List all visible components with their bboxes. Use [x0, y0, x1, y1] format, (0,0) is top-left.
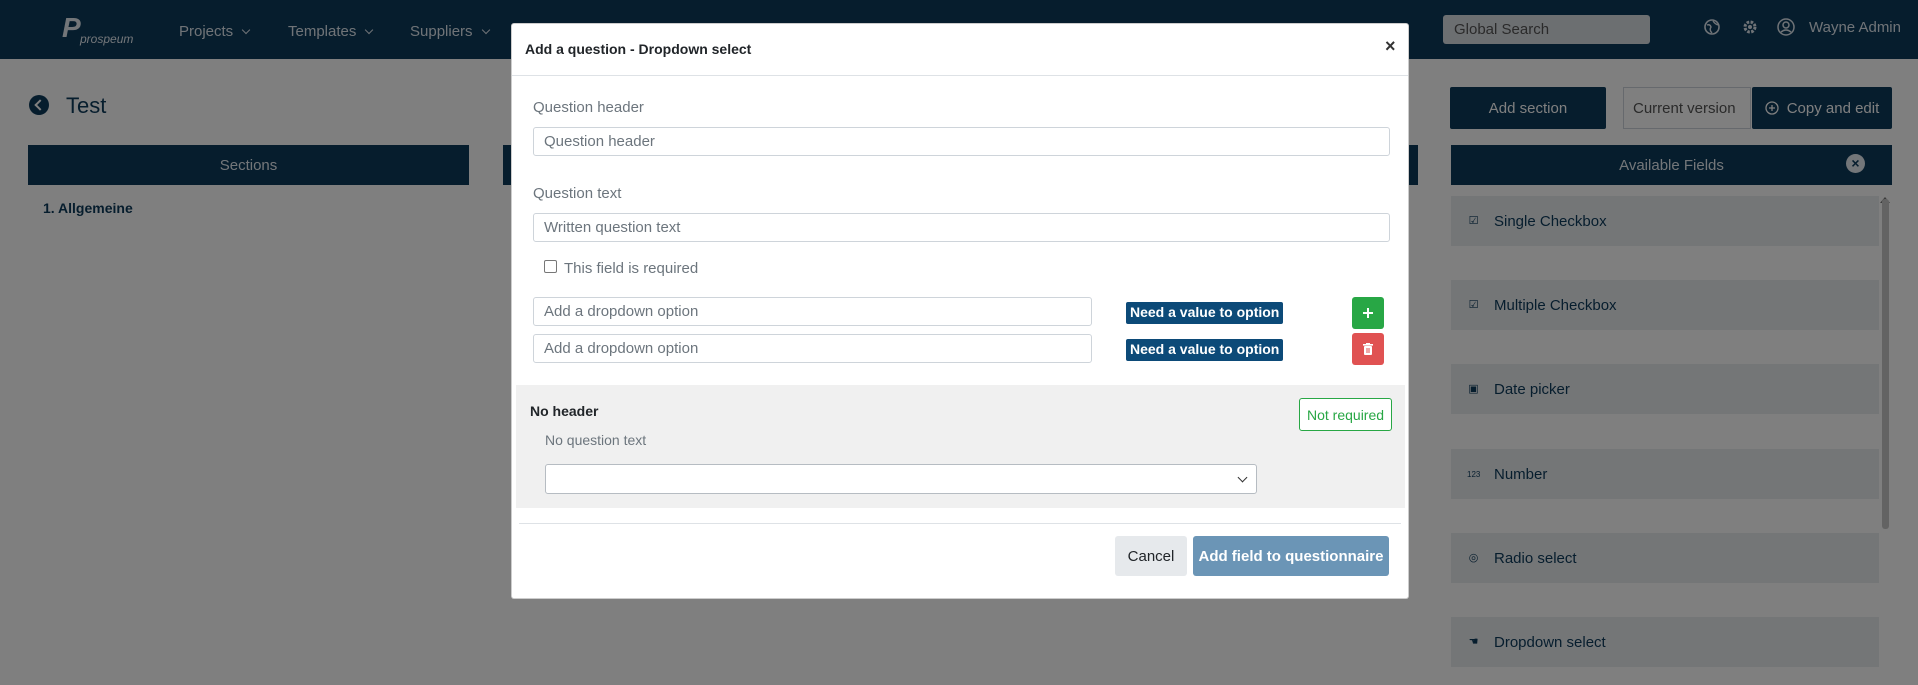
question-header-input[interactable]: Question header — [533, 127, 1390, 156]
plus-icon — [1363, 308, 1373, 318]
preview-header: No header — [530, 403, 599, 419]
not-required-badge: Not required — [1299, 398, 1393, 431]
question-text-input[interactable]: Written question text — [533, 213, 1390, 242]
question-header-label: Question header — [533, 99, 644, 116]
trash-icon — [1363, 343, 1373, 355]
question-text-label: Question text — [533, 185, 622, 202]
required-label: This field is required — [564, 260, 699, 277]
dropdown-option-input[interactable]: Add a dropdown option — [533, 334, 1092, 363]
question-preview: No header Not required No question text — [516, 385, 1405, 508]
add-option-button[interactable] — [1352, 297, 1384, 329]
close-icon[interactable]: × — [1385, 36, 1396, 57]
add-field-to-questionnaire-button[interactable]: Add field to questionnaire — [1193, 536, 1389, 576]
cancel-button[interactable]: Cancel — [1115, 536, 1187, 576]
preview-question-text: No question text — [545, 432, 647, 448]
need-value-badge: Need a value to option — [1126, 302, 1284, 324]
delete-option-button[interactable] — [1352, 333, 1384, 365]
add-question-modal: Add a question - Dropdown select × Quest… — [511, 23, 1409, 599]
dropdown-option-input[interactable]: Add a dropdown option — [533, 297, 1092, 326]
modal-header: Add a question - Dropdown select × — [512, 24, 1408, 76]
required-checkbox[interactable] — [544, 260, 557, 273]
preview-dropdown-select[interactable] — [545, 464, 1257, 494]
modal-title: Add a question - Dropdown select — [525, 41, 752, 57]
modal-footer-divider — [519, 523, 1401, 524]
chevron-down-icon — [1237, 472, 1248, 483]
need-value-badge: Need a value to option — [1126, 339, 1284, 361]
